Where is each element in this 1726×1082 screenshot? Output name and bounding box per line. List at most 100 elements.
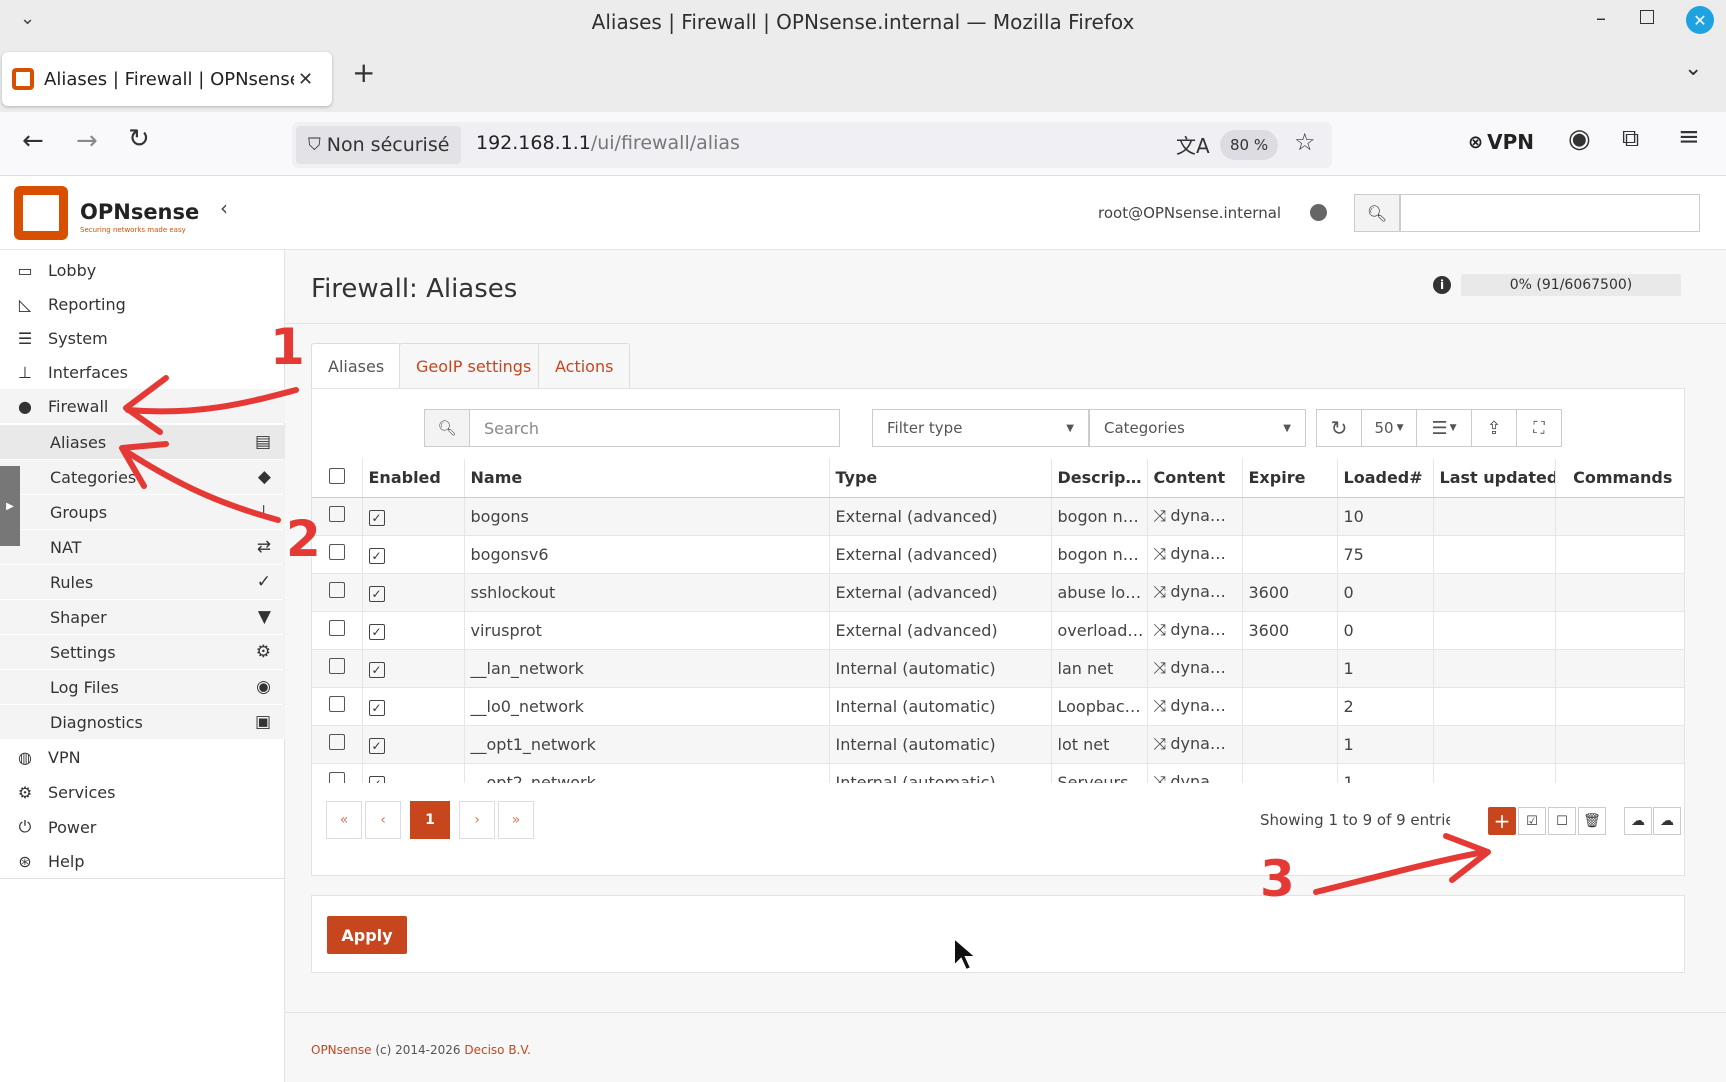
security-indicator[interactable]: ⛉ Non sécurisé [296,126,462,164]
close-window-icon[interactable]: ✕ [1686,6,1714,34]
col-header[interactable]: Expire [1242,459,1338,498]
back-icon[interactable]: ← [22,126,44,156]
col-header[interactable]: Name [464,459,830,498]
opnsense-logo-icon[interactable] [14,186,68,240]
close-tab-icon[interactable]: ✕ [298,69,313,90]
tab-actions[interactable]: Actions [538,343,631,389]
select-all-checkbox[interactable] [312,459,363,498]
row-select-checkbox[interactable] [312,762,363,783]
extensions-icon[interactable]: ⧉ [1622,124,1639,152]
info-icon[interactable]: i [1433,276,1451,294]
col-header[interactable]: Type [829,459,1052,498]
sidebar-item-services[interactable]: ⚙ Services [0,775,285,809]
row-select-checkbox[interactable] [312,572,363,611]
enabled-checkbox[interactable]: ✓ [362,534,465,573]
user-label[interactable]: root@OPNsense.internal [1098,204,1281,222]
sidebar-sub-rules[interactable]: Rules ✓ [0,565,285,599]
refresh-icon[interactable]: ↻ [1316,409,1362,447]
col-header[interactable]: Commands [1555,459,1684,498]
bookmark-star-icon[interactable]: ☆ [1294,128,1316,156]
row-select-checkbox[interactable] [312,724,363,763]
grid-search-input[interactable]: Search [469,409,840,447]
row-select-checkbox[interactable] [312,686,363,725]
sidebar-item-vpn[interactable]: ◍ VPN [0,740,285,774]
collapse-sidebar-icon[interactable]: ‹ [220,196,228,220]
maximize-icon[interactable] [1640,10,1654,24]
sidebar-sub-diagnostics[interactable]: Diagnostics ▣ [0,705,285,739]
page-next-button[interactable]: › [459,801,495,839]
col-header[interactable]: Content [1147,459,1243,498]
col-header[interactable]: Loaded# [1337,459,1434,498]
forward-icon[interactable]: → [76,126,98,156]
sidebar-sub-settings[interactable]: Settings ⚙ [0,635,285,669]
enabled-checkbox[interactable]: ✓ [362,610,465,649]
status-dot[interactable] [1310,204,1327,221]
translate-icon[interactable]: 文A [1176,130,1210,159]
footer-brand-link[interactable]: OPNsense [311,1043,372,1057]
enabled-checkbox[interactable]: ✓ [362,572,465,611]
new-tab-icon[interactable]: + [352,56,375,89]
enabled-checkbox[interactable]: ✓ [362,762,465,783]
table-row[interactable]: ✓ virusprot External (advanced) overload… ⤨ d… [312,610,1684,649]
enabled-checkbox[interactable]: ✓ [362,724,465,763]
sidebar-item-help[interactable]: ⊛ Help [0,845,285,879]
logo-text[interactable]: OPNsense [80,200,199,224]
enabled-checkbox[interactable]: ✓ [362,648,465,687]
col-header[interactable]: Descrip… [1051,459,1148,498]
enabled-checkbox[interactable]: ✓ [362,496,465,535]
page-current-button[interactable]: 1 [410,801,450,839]
delete-selected-icon[interactable]: 🗑︎ [1578,807,1606,835]
browser-tab[interactable]: Aliases | Firewall | OPNsense ✕ [2,52,332,106]
table-row[interactable]: ✓__opt2_networkInternal (automatic)Serve… [312,762,1684,783]
sidebar-item-power[interactable]: ⏻ Power [0,810,285,844]
reload-icon[interactable]: ↻ [128,124,150,154]
col-header[interactable]: Enabled [362,459,465,498]
enabled-checkbox[interactable]: ✓ [362,686,465,725]
apply-button[interactable]: Apply [327,916,407,954]
table-row[interactable]: ✓ bogonsv6 External (advanced) bogon n… ⤨ dyn… [312,534,1684,573]
add-alias-button[interactable]: + [1488,807,1516,835]
sidebar-item-reporting[interactable]: ◺ Reporting [0,287,285,321]
account-icon[interactable]: ◉ [1568,124,1591,154]
table-row[interactable]: ✓ __lan_network Internal (automatic) lan ne… [312,648,1684,687]
sidebar-item-system[interactable]: ☰ System [0,321,285,355]
vpn-button[interactable]: ⊗ VPN [1468,130,1534,154]
page-last-button[interactable]: » [498,801,534,839]
url-bar[interactable]: ⛉ Non sécurisé 192.168.1.1/ui/firewall/a… [292,122,1332,168]
list-tabs-icon[interactable]: ⌄ [1684,56,1702,81]
url-text[interactable]: 192.168.1.1/ui/firewall/alias [476,132,740,154]
global-search-input[interactable] [1400,194,1700,232]
table-row[interactable]: ✓ sshlockout External (advanced) abuse lo… ⤨… [312,572,1684,611]
minimize-icon[interactable]: – [1596,6,1606,30]
page-first-button[interactable]: « [326,801,362,839]
col-header[interactable]: Last updated [1433,459,1556,498]
cloud-upload-icon[interactable]: ☁ [1653,807,1681,835]
row-select-checkbox[interactable] [312,648,363,687]
search-icon[interactable]: 🔍︎ [1354,194,1400,232]
sidebar-item-firewall[interactable]: ● Firewall [0,389,285,423]
cloud-download-icon[interactable]: ☁ [1624,807,1652,835]
sidebar-item-interfaces[interactable]: ⊥ Interfaces [0,355,285,389]
sidebar-sub-groups[interactable]: Groups ⊥ [0,495,285,529]
categories-select[interactable]: Categories ▼ [1089,409,1306,447]
side-panel-toggle[interactable]: ▶ [0,466,20,546]
columns-list-icon[interactable]: ☰ ▼ [1416,409,1472,447]
fullscreen-icon[interactable]: ⛶ [1516,409,1562,447]
table-row[interactable]: ✓ __opt1_network Internal (automatic) lot n… [312,724,1684,763]
enable-selected-icon[interactable]: ☑ [1518,807,1546,835]
disable-selected-icon[interactable]: ☐ [1548,807,1576,835]
page-prev-button[interactable]: ‹ [365,801,401,839]
tab-geoip-settings[interactable]: GeoIP settings [399,343,549,389]
sidebar-sub-aliases[interactable]: Aliases ▤ [0,425,285,459]
page-size-select[interactable]: 50 ▼ [1361,409,1417,447]
table-row[interactable]: ✓ __lo0_network Internal (automatic) Loopba… [312,686,1684,725]
row-select-checkbox[interactable] [312,610,363,649]
sidebar-sub-log-files[interactable]: Log Files ◉ [0,670,285,704]
zoom-indicator[interactable]: 80 % [1220,130,1279,160]
sidebar-sub-shaper[interactable]: Shaper ▼ [0,600,285,634]
sidebar-sub-nat[interactable]: NAT ⇄ [0,530,285,564]
table-row[interactable]: ✓ bogons External (advanced) bogon n… ⤨ dyna…… [312,496,1684,535]
tab-aliases[interactable]: Aliases [311,343,402,389]
sidebar-item-lobby[interactable]: ▭ Lobby [0,253,285,287]
menu-icon[interactable]: ≡ [1678,122,1700,152]
